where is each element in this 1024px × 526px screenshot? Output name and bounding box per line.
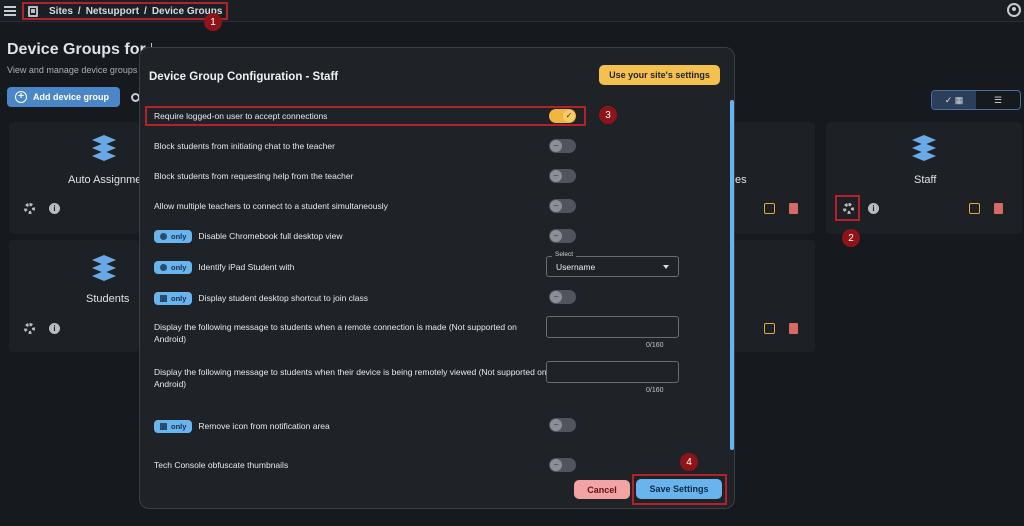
character-counter: 0/160 <box>646 342 664 349</box>
chevron-down-icon <box>663 265 669 269</box>
delete-icon[interactable] <box>994 203 1003 214</box>
delete-icon[interactable] <box>789 323 798 334</box>
menu-icon[interactable] <box>4 6 16 16</box>
check-icon: ✓ <box>563 110 575 122</box>
cancel-button[interactable]: Cancel <box>574 480 630 499</box>
layers-icon <box>88 255 120 285</box>
grid-icon: ▦ <box>954 94 964 105</box>
device-group-card <box>735 240 815 352</box>
breadcrumb: Sites / Netsupport / Device Groups <box>22 2 229 20</box>
block-help-toggle[interactable]: – <box>549 169 576 183</box>
windows-only-badge: only <box>154 292 193 305</box>
info-icon[interactable]: i <box>49 323 60 334</box>
annotation-marker: 2 <box>842 229 860 247</box>
chrome-only-badge: only <box>154 230 193 243</box>
page-subtitle: View and manage device groups <box>7 65 138 75</box>
card-name: Staff <box>914 174 937 186</box>
setting-label: Block students from initiating chat to t… <box>154 141 335 151</box>
chrome-icon <box>160 233 167 240</box>
breadcrumb-sites[interactable]: Sites <box>49 6 73 17</box>
page-title: Device Groups for Netsupport <box>7 41 152 58</box>
save-settings-button[interactable]: Save Settings <box>636 479 722 499</box>
setting-label: Tech Console obfuscate thumbnails <box>154 460 289 470</box>
use-site-settings-button[interactable]: Use your site's settings <box>599 65 720 85</box>
plus-icon: + <box>15 91 27 103</box>
info-icon[interactable]: i <box>49 203 60 214</box>
view-toggle[interactable]: ✓ ▦ ☰ <box>931 90 1021 110</box>
minus-icon: – <box>550 230 562 242</box>
delete-icon[interactable] <box>789 203 798 214</box>
device-group-card: Auto Assignments i <box>9 122 156 234</box>
edit-icon[interactable] <box>764 203 775 214</box>
card-name: Students <box>86 293 130 305</box>
edit-icon[interactable] <box>764 323 775 334</box>
apple-only-badge: only <box>154 261 193 274</box>
edit-icon[interactable] <box>969 203 980 214</box>
block-chat-toggle[interactable]: – <box>549 139 576 153</box>
minus-icon: – <box>550 170 562 182</box>
annotation-marker: 3 <box>599 106 617 124</box>
setting-label: Block students from requesting help from… <box>154 171 354 181</box>
identify-ipad-select[interactable]: Select Username <box>546 251 679 277</box>
card-name: es <box>735 174 747 186</box>
account-icon[interactable] <box>1007 3 1021 17</box>
desktop-shortcut-toggle[interactable]: – <box>549 290 576 304</box>
top-bar: Sites / Netsupport / Device Groups <box>0 0 1024 22</box>
list-view-button[interactable]: ☰ <box>976 91 1020 109</box>
add-device-group-label: Add device group <box>33 92 110 102</box>
breadcrumb-separator: / <box>77 5 81 17</box>
setting-label: only Display student desktop shortcut to … <box>154 292 368 305</box>
remove-notification-icon-toggle[interactable]: – <box>549 418 576 432</box>
annotation-marker: 1 <box>204 13 222 31</box>
setting-label: only Remove icon from notification area <box>154 420 330 433</box>
windows-icon <box>160 423 167 430</box>
setting-label: Require logged-on user to accept connect… <box>154 111 328 121</box>
setting-label: Display the following message to student… <box>154 322 517 344</box>
device-group-card: Students i <box>9 240 139 352</box>
minus-icon: – <box>550 200 562 212</box>
minus-icon: – <box>550 419 562 431</box>
windows-only-badge: only <box>154 420 193 433</box>
minus-icon: – <box>550 459 562 471</box>
setting-label: only Disable Chromebook full desktop view <box>154 230 343 243</box>
add-device-group-button[interactable]: + Add device group <box>7 87 120 107</box>
scrollbar-thumb[interactable] <box>730 100 734 450</box>
list-icon: ☰ <box>993 94 1003 105</box>
remote-connection-message-input[interactable] <box>546 316 679 338</box>
annotation-marker: 4 <box>680 453 698 471</box>
highlight-box <box>835 195 860 221</box>
device-group-configuration-dialog: Device Group Configuration - Staff Use y… <box>139 47 735 509</box>
remote-view-message-input[interactable] <box>546 361 679 383</box>
layers-icon <box>908 135 940 165</box>
windows-icon <box>160 295 167 302</box>
setting-label: Display the following message to student… <box>154 367 547 389</box>
select-value: Username <box>556 262 596 272</box>
minus-icon: – <box>550 140 562 152</box>
setting-label: only Identify iPad Student with <box>154 261 294 274</box>
building-icon <box>28 5 38 17</box>
minus-icon: – <box>550 291 562 303</box>
multiple-teachers-toggle[interactable]: – <box>549 199 576 213</box>
select-label: Select <box>552 251 577 258</box>
gear-icon[interactable] <box>24 323 35 334</box>
apple-icon <box>160 264 167 271</box>
gear-icon[interactable] <box>24 203 35 214</box>
layers-icon <box>88 135 120 165</box>
require-logged-on-user-toggle[interactable]: ✓ <box>549 109 576 123</box>
setting-label: Allow multiple teachers to connect to a … <box>154 201 388 211</box>
grid-view-button[interactable]: ✓ ▦ <box>932 91 976 109</box>
breadcrumb-separator: / <box>144 5 147 17</box>
disable-chromebook-desktop-toggle[interactable]: – <box>549 229 576 243</box>
breadcrumb-netsupport[interactable]: Netsupport <box>86 6 139 17</box>
info-icon[interactable]: i <box>868 203 879 214</box>
device-group-card: es <box>735 122 815 234</box>
check-icon: ✓ <box>944 94 953 105</box>
dialog-title: Device Group Configuration - Staff <box>149 71 339 83</box>
obfuscate-thumbnails-toggle[interactable]: – <box>549 458 576 472</box>
character-counter: 0/160 <box>646 387 664 394</box>
